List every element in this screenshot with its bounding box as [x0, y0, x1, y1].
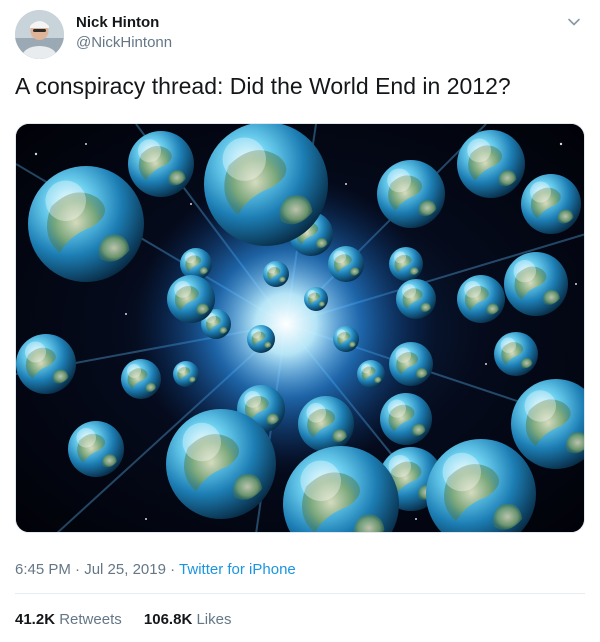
- likes-count: 106.8K: [143, 611, 193, 628]
- tweet-media-image[interactable]: [15, 123, 585, 533]
- tweet-date[interactable]: Jul 25, 2019: [84, 561, 166, 578]
- chevron-down-icon[interactable]: [566, 14, 582, 30]
- retweets-label: Retweets: [59, 611, 122, 628]
- avatar[interactable]: [15, 10, 64, 59]
- exploding-earths-image: [16, 124, 584, 532]
- tweet-meta: 6:45 PM · Jul 25, 2019 · Twitter for iPh…: [15, 561, 296, 578]
- tweet-source-link[interactable]: Twitter for iPhone: [179, 561, 296, 578]
- tweet-stats: 41.2K Retweets 106.8K Likes: [15, 611, 231, 628]
- tweet-time[interactable]: 6:45 PM: [15, 561, 71, 578]
- retweets-stat[interactable]: 41.2K Retweets: [15, 611, 122, 628]
- tweet-text: A conspiracy thread: Did the World End i…: [15, 73, 511, 99]
- meta-separator: ·: [170, 561, 176, 578]
- tweet-card: Nick Hinton @NickHintonn A conspiracy th…: [0, 0, 600, 642]
- likes-label: Likes: [196, 611, 232, 628]
- author-name[interactable]: Nick Hinton: [76, 14, 159, 31]
- author-handle[interactable]: @NickHintonn: [76, 34, 172, 51]
- retweets-count: 41.2K: [15, 611, 56, 628]
- meta-separator: ·: [75, 561, 81, 578]
- avatar-photo: [15, 10, 64, 59]
- divider: [15, 593, 585, 594]
- likes-stat[interactable]: 106.8K Likes: [144, 611, 232, 628]
